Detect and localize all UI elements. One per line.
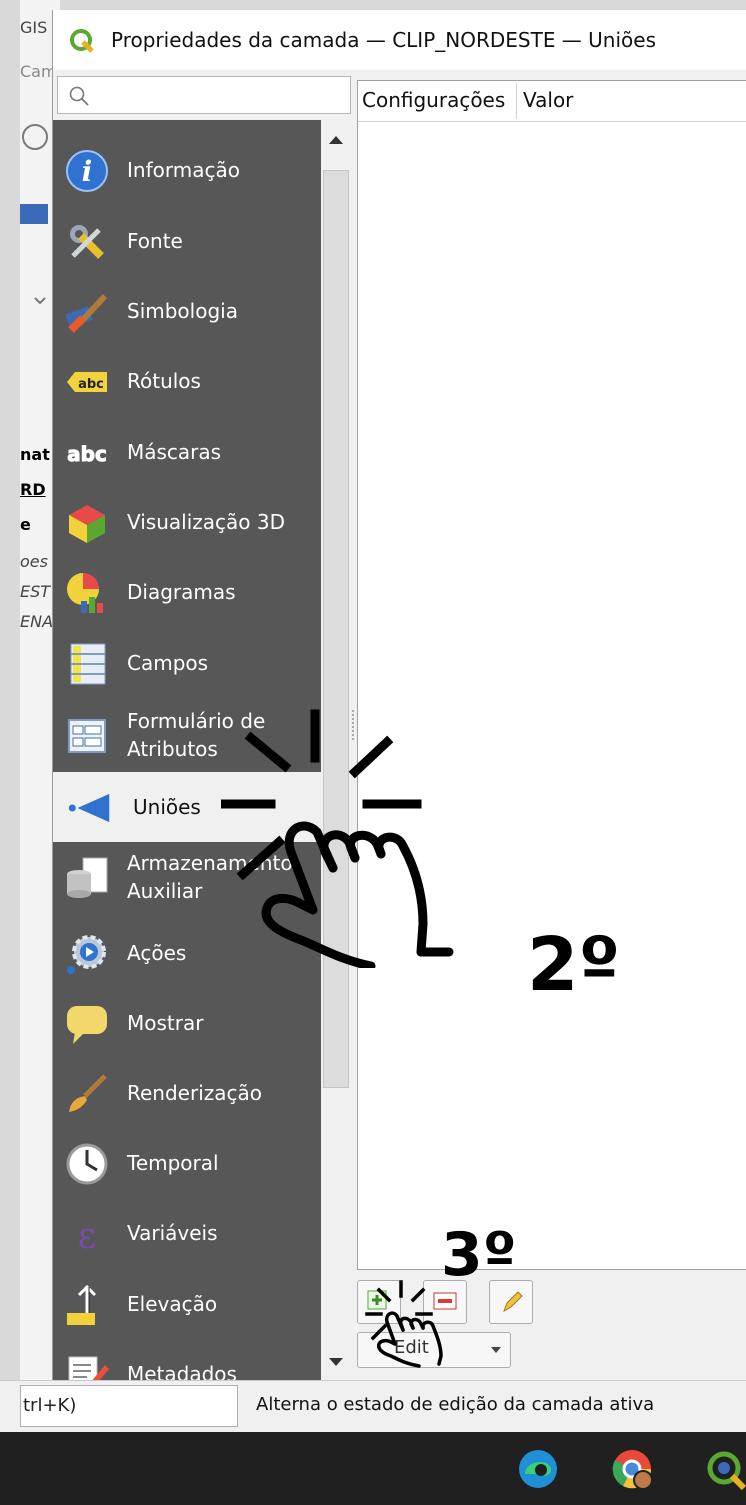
cube-3d-icon (69, 505, 105, 543)
diagrams-icon (67, 573, 103, 613)
search-input[interactable] (57, 76, 351, 114)
display-speech-icon (67, 1006, 107, 1044)
fields-icon (70, 643, 106, 685)
labels-abc-icon: abc (67, 372, 107, 392)
clock-icon (66, 1143, 108, 1185)
elevation-icon (67, 1284, 97, 1325)
sidebar-item-diagramas[interactable]: Diagramas (53, 557, 321, 627)
sidebar-item-label: Campos (127, 651, 209, 675)
chrome-profile-icon[interactable] (611, 1448, 653, 1490)
bg-fragment: e (20, 515, 31, 534)
attribute-form-icon (68, 719, 106, 753)
sidebar-item-label: Rótulos (127, 369, 201, 393)
bg-fragment: GIS (20, 18, 48, 37)
sidebar-item-mascaras[interactable]: abc Máscaras (53, 417, 321, 487)
symbology-brush-icon (65, 293, 108, 333)
status-message: Alterna o estado de edição da camada ati… (256, 1394, 655, 1415)
search-icon (69, 86, 89, 106)
sidebar-item-renderizacao[interactable]: Renderização (53, 1058, 321, 1128)
sidebar-item-rotulos[interactable]: abc Rótulos (53, 346, 321, 416)
qgis-logo-icon (70, 29, 94, 53)
sidebar-item-visualizacao-3d[interactable]: Visualização 3D (53, 487, 321, 557)
svg-text:abc: abc (67, 442, 107, 466)
chevron-down-icon (491, 1347, 501, 1353)
edge-browser-icon[interactable] (517, 1448, 559, 1490)
sidebar-item-label: Mostrar (127, 1011, 204, 1035)
sidebar-item-temporal[interactable]: Temporal (53, 1128, 321, 1198)
shortcut-hint: trl+K) (23, 1395, 77, 1416)
source-tools-icon (70, 225, 104, 259)
sidebar-item-metadados[interactable]: Metadados (53, 1339, 321, 1384)
scroll-up-icon[interactable] (327, 132, 345, 151)
step-3-label: 3º (441, 1220, 517, 1290)
pointing-hand-icon (221, 709, 454, 968)
sidebar-item-informacao[interactable]: i Informação (53, 135, 321, 205)
pointing-hand-icon (365, 1280, 443, 1368)
svg-text:i: i (82, 155, 93, 188)
joins-table[interactable]: Configurações Valor (357, 80, 746, 1270)
sidebar-item-simbologia[interactable]: Simbologia (53, 276, 321, 346)
bg-fragment: EST (20, 582, 51, 601)
title-bar[interactable]: Propriedades da camada — CLIP_NORDESTE —… (53, 10, 746, 70)
chip-icon[interactable] (20, 204, 48, 224)
epsilon-icon: ε (78, 1216, 97, 1256)
sidebar-item-campos[interactable]: Campos (53, 628, 321, 698)
sidebar-item-label: Renderização (127, 1081, 262, 1105)
svg-text:ε: ε (78, 1216, 97, 1256)
sidebar-item-label: Simbologia (127, 299, 238, 323)
column-header-configuracoes[interactable]: Configurações (362, 88, 505, 112)
chevron-down-icon[interactable] (34, 290, 46, 305)
pencil-icon (503, 1291, 523, 1313)
sidebar-item-label: Visualização 3D (127, 510, 285, 534)
bg-fragment: RD (20, 480, 46, 499)
dialog-title: Propriedades da camada — CLIP_NORDESTE —… (111, 28, 656, 52)
auxiliary-storage-icon (67, 857, 108, 898)
sidebar-item-label: Variáveis (127, 1221, 218, 1245)
sidebar-item-label: Máscaras (127, 440, 222, 464)
step-2-label: 2º (527, 922, 621, 1008)
sidebar-item-fonte[interactable]: Fonte (53, 206, 321, 276)
table-header: Configurações Valor (358, 81, 746, 122)
bg-fragment: nat (20, 445, 50, 464)
actions-gear-icon (67, 935, 106, 974)
column-header-valor[interactable]: Valor (523, 88, 573, 112)
joins-icon (68, 793, 110, 823)
sidebar-item-label: Diagramas (127, 580, 236, 604)
rendering-brush-icon (69, 1074, 107, 1112)
sidebar-item-label: Ações (127, 941, 187, 965)
bg-fragment: oes (20, 552, 48, 571)
sidebar-item-label: Elevação (127, 1292, 218, 1316)
sidebar-item-label: Uniões (133, 795, 201, 819)
bg-fragment: ENA (20, 612, 54, 631)
sidebar-item-label: Temporal (127, 1151, 219, 1175)
sidebar-item-variaveis[interactable]: ε Variáveis (53, 1198, 321, 1268)
info-icon: i (66, 150, 108, 192)
sidebar-item-elevacao[interactable]: Elevação (53, 1269, 321, 1339)
sidebar-item-label: Fonte (127, 229, 183, 253)
qgis-taskbar-icon[interactable] (704, 1448, 746, 1490)
scroll-down-icon[interactable] (327, 1354, 345, 1373)
sidebar-item-mostrar[interactable]: Mostrar (53, 988, 321, 1058)
plugin-icon[interactable] (22, 124, 48, 150)
layer-properties-dialog: Propriedades da camada — CLIP_NORDESTE —… (52, 10, 746, 1384)
masks-abc-icon: abc (67, 442, 108, 467)
svg-text:abc: abc (78, 377, 104, 392)
sidebar-item-label: Informação (127, 158, 240, 182)
column-separator[interactable] (516, 83, 517, 119)
locator-search-field[interactable]: trl+K) (20, 1385, 238, 1427)
